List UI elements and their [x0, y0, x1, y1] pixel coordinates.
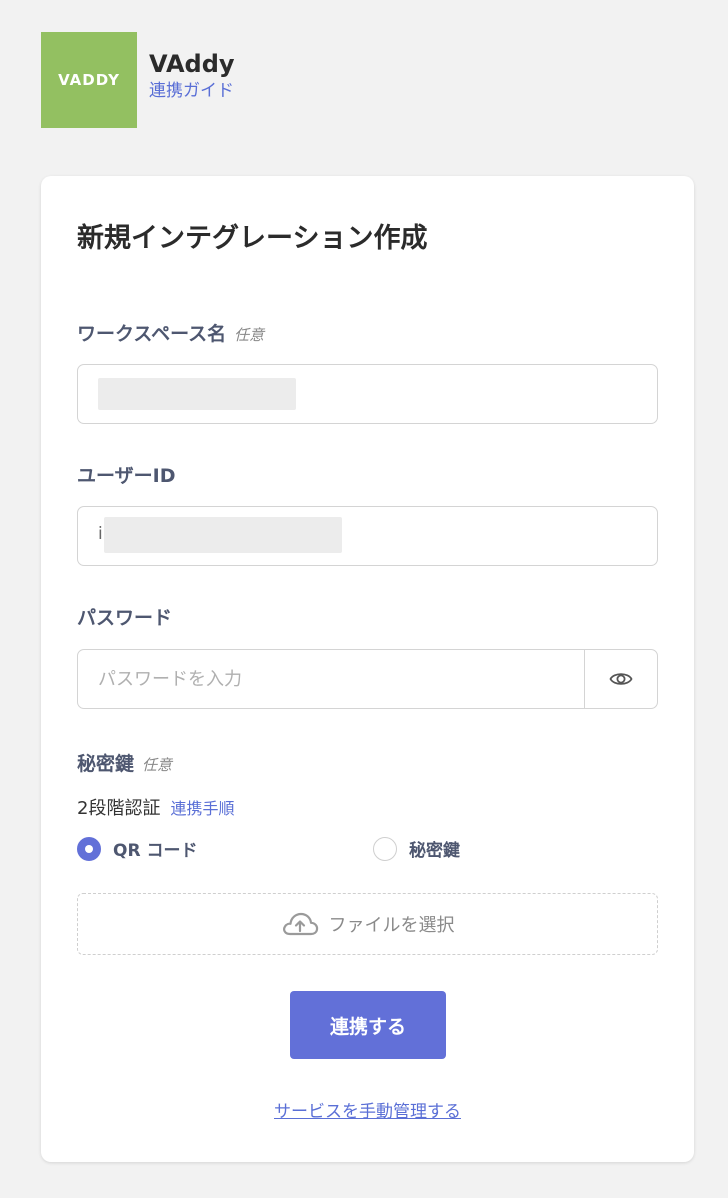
show-password-button[interactable] [584, 650, 657, 708]
eye-icon [609, 673, 633, 685]
integration-form-card: 新規インテグレーション作成 ワークスペース名 任意 ユーザーID i パスワード … [41, 176, 694, 1162]
file-select-label: ファイルを選択 [328, 915, 455, 936]
integration-steps-link[interactable]: 連携手順 [170, 799, 234, 818]
password-label: パスワード [77, 607, 173, 629]
radio-label: 秘密鍵 [409, 841, 460, 861]
radio-secret-key[interactable]: 秘密鍵 [373, 836, 460, 861]
file-select-dropzone[interactable]: ファイルを選択 [77, 893, 658, 955]
workspace-name-label-text: ワークスペース名 [77, 323, 227, 345]
app-header: VADDY VAddy 連携ガイド [41, 32, 235, 128]
radio-indicator [373, 836, 397, 861]
redacted-value [98, 378, 296, 410]
user-id-value-prefix: i [98, 524, 103, 544]
manual-management-link[interactable]: サービスを手動管理する [41, 1097, 694, 1122]
vaddy-logo: VADDY [41, 32, 137, 128]
link-submit-button[interactable]: 連携する [290, 991, 446, 1059]
radio-indicator [77, 836, 101, 861]
two-factor-label: 2段階認証 [77, 798, 161, 819]
radio-qr-code[interactable]: QR コード [77, 836, 197, 861]
user-id-input[interactable]: i [77, 506, 658, 566]
app-meta: VAddy 連携ガイド [149, 48, 235, 102]
secret-key-label-text: 秘密鍵 [77, 753, 135, 775]
two-factor-row: 2段階認証 連携手順 [77, 794, 234, 820]
user-id-label: ユーザーID [77, 465, 176, 487]
app-name: VAddy [149, 50, 235, 78]
secret-key-label: 秘密鍵 任意 [77, 749, 172, 776]
optional-tag: 任意 [142, 756, 173, 774]
password-field [77, 649, 658, 709]
redacted-value [104, 517, 342, 553]
workspace-name-label: ワークスペース名 任意 [77, 319, 264, 346]
cloud-upload-icon [282, 912, 318, 936]
password-input[interactable] [78, 650, 585, 708]
page-title: 新規インテグレーション作成 [77, 223, 428, 254]
integration-guide-link[interactable]: 連携ガイド [149, 80, 234, 102]
workspace-name-input[interactable] [77, 364, 658, 424]
optional-tag: 任意 [234, 326, 265, 344]
radio-label: QR コード [113, 841, 198, 861]
